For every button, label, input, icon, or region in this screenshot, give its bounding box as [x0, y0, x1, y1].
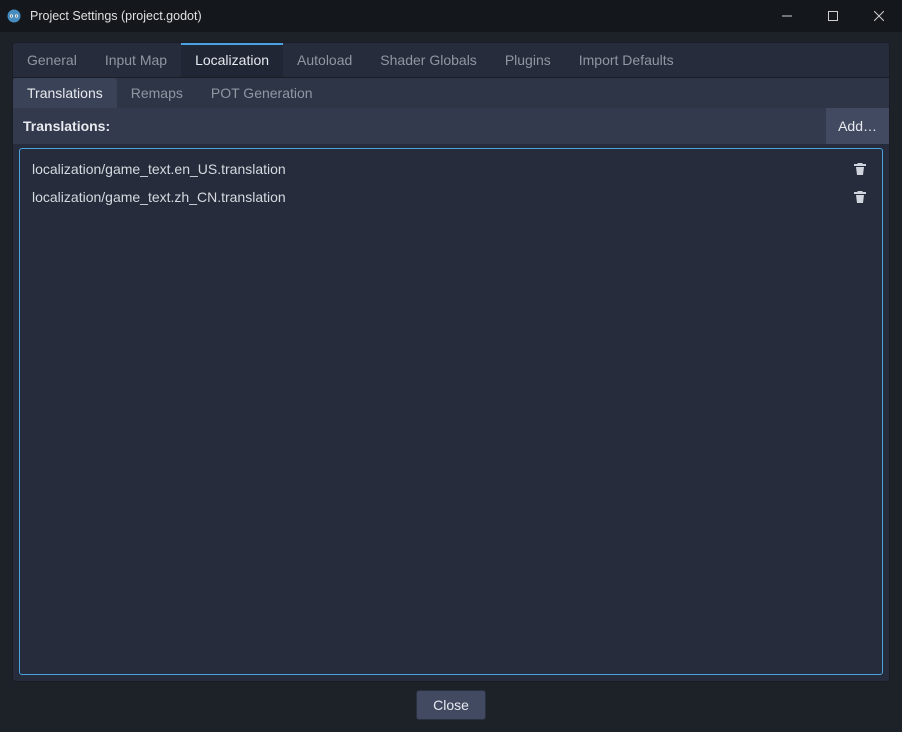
tab-autoload[interactable]: Autoload — [283, 43, 366, 77]
translations-list[interactable]: localization/game_text.en_US.translation… — [19, 148, 883, 675]
titlebar: Project Settings (project.godot) — [0, 0, 902, 32]
window-controls — [764, 0, 902, 32]
tab-plugins[interactable]: Plugins — [491, 43, 565, 77]
trash-icon[interactable] — [850, 159, 870, 179]
minimize-button[interactable] — [764, 0, 810, 32]
tab-shader-globals[interactable]: Shader Globals — [366, 43, 491, 77]
tab-input-map[interactable]: Input Map — [91, 43, 181, 77]
settings-panel: General Input Map Localization Autoload … — [12, 42, 890, 682]
add-translation-button[interactable]: Add… — [826, 108, 889, 144]
content-area: General Input Map Localization Autoload … — [0, 32, 902, 732]
main-tab-bar: General Input Map Localization Autoload … — [13, 43, 889, 78]
tab-general[interactable]: General — [13, 43, 91, 77]
translation-path: localization/game_text.en_US.translation — [32, 161, 850, 177]
window-title: Project Settings (project.godot) — [30, 9, 764, 23]
project-settings-window: Project Settings (project.godot) General… — [0, 0, 902, 732]
maximize-button[interactable] — [810, 0, 856, 32]
translation-row[interactable]: localization/game_text.en_US.translation — [26, 155, 876, 183]
subtab-remaps[interactable]: Remaps — [117, 78, 197, 108]
tab-localization[interactable]: Localization — [181, 43, 283, 77]
translation-path: localization/game_text.zh_CN.translation — [32, 189, 850, 205]
trash-icon[interactable] — [850, 187, 870, 207]
close-button[interactable]: Close — [416, 690, 486, 720]
app-icon — [6, 8, 22, 24]
tab-import-defaults[interactable]: Import Defaults — [565, 43, 688, 77]
close-window-button[interactable] — [856, 0, 902, 32]
dialog-footer: Close — [12, 682, 890, 724]
translations-header: Translations: Add… — [13, 108, 889, 144]
sub-tab-bar: Translations Remaps POT Generation — [13, 78, 889, 108]
translation-row[interactable]: localization/game_text.zh_CN.translation — [26, 183, 876, 211]
subtab-translations[interactable]: Translations — [13, 78, 117, 108]
translations-label: Translations: — [23, 118, 826, 134]
subtab-pot-generation[interactable]: POT Generation — [197, 78, 327, 108]
